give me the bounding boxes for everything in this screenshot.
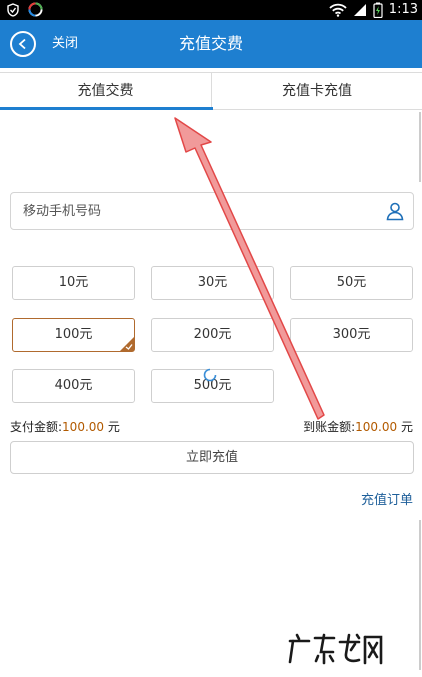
amount-option-10[interactable]: 10元 xyxy=(12,266,135,300)
status-time: 1:13 xyxy=(388,2,418,17)
amount-option-200[interactable]: 200元 xyxy=(151,318,274,352)
loading-spinner-icon xyxy=(203,368,217,382)
contact-icon[interactable] xyxy=(385,201,405,221)
amount-option-100[interactable]: 100元 xyxy=(12,318,135,352)
recharge-orders-link[interactable]: 充值订单 xyxy=(361,491,413,511)
status-bar: 1:13 xyxy=(0,0,422,20)
wifi-icon xyxy=(329,3,347,17)
arrive-amount-unit: 元 xyxy=(400,420,413,434)
shield-icon xyxy=(7,2,19,17)
app-logo-icon xyxy=(28,2,43,17)
app-header: 关闭 充值交费 xyxy=(0,20,422,68)
tab-bar: 充值交费 充值卡充值 xyxy=(0,72,422,110)
recharge-now-button[interactable]: 立即充值 xyxy=(10,441,414,474)
scrollbar-track-mark xyxy=(419,520,421,670)
arrive-amount: 到账金额:100.00 元 xyxy=(303,418,413,436)
screen: 1:13 关闭 充值交费 充值交费 充值卡充值 10元 30元 50元 100元 xyxy=(0,0,422,677)
tab-recharge[interactable]: 充值交费 xyxy=(0,73,211,110)
tab-active-indicator xyxy=(0,107,213,110)
arrive-amount-label: 到账金额: xyxy=(303,420,356,434)
battery-icon xyxy=(373,2,383,18)
amount-option-400[interactable]: 400元 xyxy=(12,369,135,403)
signal-icon xyxy=(353,4,366,16)
pay-amount-value: 100.00 xyxy=(62,420,105,434)
amount-option-50[interactable]: 50元 xyxy=(290,266,413,300)
amount-option-300[interactable]: 300元 xyxy=(290,318,413,352)
selected-check-icon xyxy=(120,337,134,351)
phone-input[interactable] xyxy=(11,193,381,229)
amount-option-label: 100元 xyxy=(54,327,93,342)
pay-amount: 支付金额:100.00 元 xyxy=(10,418,120,436)
pay-amount-unit: 元 xyxy=(107,420,120,434)
arrive-amount-value: 100.00 xyxy=(355,420,398,434)
pay-amount-label: 支付金额: xyxy=(10,420,63,434)
scrollbar-track-mark xyxy=(419,112,421,182)
page-title: 充值交费 xyxy=(178,34,243,53)
watermark-logo xyxy=(288,633,383,665)
tab-card-recharge[interactable]: 充值卡充值 xyxy=(211,73,422,110)
phone-field xyxy=(10,192,414,230)
amount-option-30[interactable]: 30元 xyxy=(151,266,274,300)
